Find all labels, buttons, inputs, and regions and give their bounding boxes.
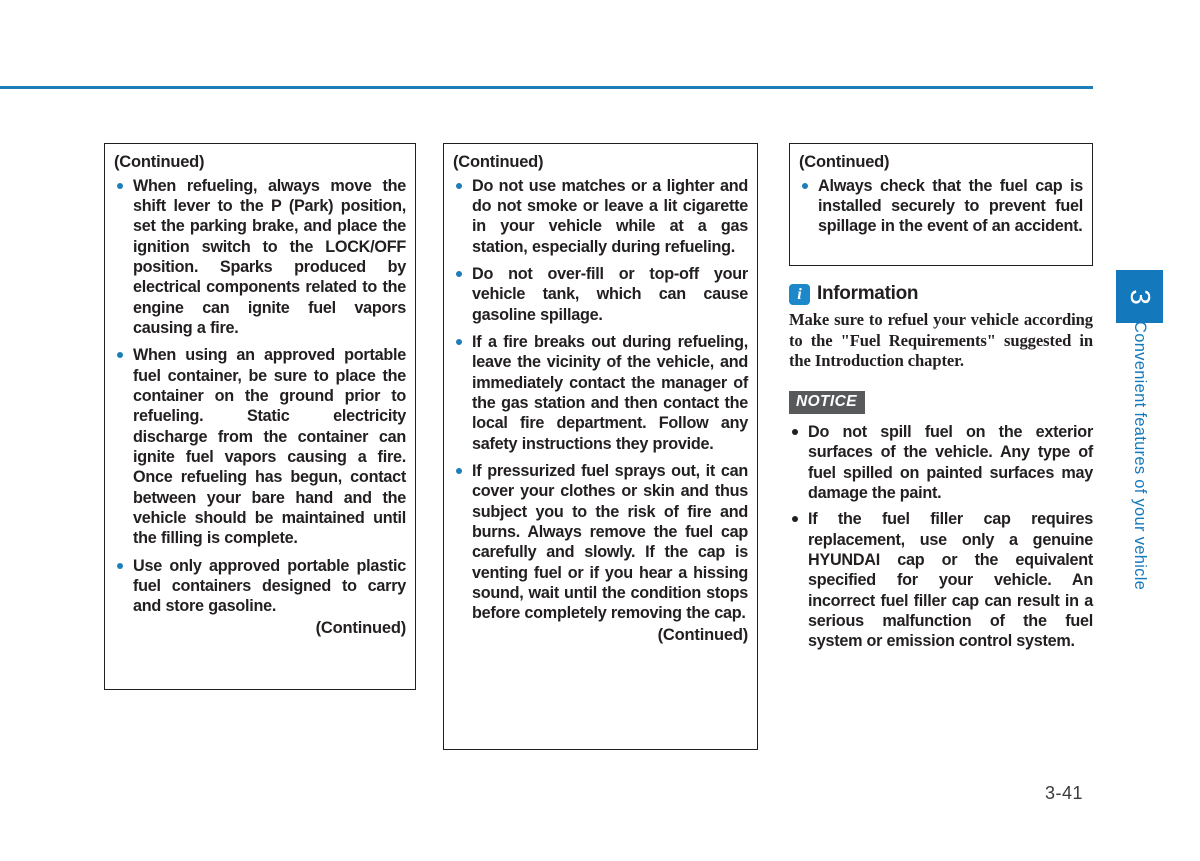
warning-bullet-list: When refueling, always move the shift le… bbox=[114, 176, 406, 617]
list-item: Do not use matches or a lighter and do n… bbox=[453, 176, 748, 257]
list-item: When using an approved portable fuel con… bbox=[114, 345, 406, 548]
list-item: Always check that the fuel cap is instal… bbox=[799, 176, 1083, 237]
list-item: If a fire breaks out during refueling, l… bbox=[453, 332, 748, 454]
information-section: i Information Make sure to refuel your v… bbox=[789, 283, 1093, 372]
content-column-1: (Continued) When refueling, always move … bbox=[104, 143, 416, 690]
information-title: Information bbox=[817, 283, 919, 304]
warning-box-3: (Continued) Always check that the fuel c… bbox=[789, 143, 1093, 266]
continued-footer: (Continued) bbox=[657, 625, 749, 644]
information-heading: i Information bbox=[789, 283, 1093, 305]
warning-bullet-list: Do not use matches or a lighter and do n… bbox=[453, 176, 748, 624]
information-body: Make sure to refuel your vehicle accordi… bbox=[789, 310, 1093, 371]
notice-bullet-list: Do not spill fuel on the exterior surfac… bbox=[789, 422, 1093, 652]
info-icon: i bbox=[789, 283, 810, 305]
notice-badge: NOTICE bbox=[789, 390, 865, 414]
content-column-3: (Continued) Always check that the fuel c… bbox=[789, 143, 1093, 652]
continued-header: (Continued) bbox=[114, 153, 205, 171]
notice-section: NOTICE Do not spill fuel on the exterior… bbox=[789, 390, 1093, 652]
list-item: If pressurized fuel sprays out, it can c… bbox=[453, 461, 748, 624]
chapter-tab: 3 bbox=[1116, 270, 1163, 323]
warning-box-1: (Continued) When refueling, always move … bbox=[104, 143, 416, 690]
chapter-number: 3 bbox=[1124, 288, 1156, 305]
warning-box-2: (Continued) Do not use matches or a ligh… bbox=[443, 143, 758, 750]
content-column-2: (Continued) Do not use matches or a ligh… bbox=[443, 143, 758, 750]
warning-bullet-list: Always check that the fuel cap is instal… bbox=[799, 176, 1083, 237]
list-item: If the fuel filler cap requires replacem… bbox=[789, 509, 1093, 651]
list-item: Do not over-fill or top-off your vehicle… bbox=[453, 264, 748, 325]
chapter-label: Convenient features of your vehicle bbox=[1131, 321, 1149, 591]
list-item: Do not spill fuel on the exterior surfac… bbox=[789, 422, 1093, 503]
list-item: Use only approved portable plastic fuel … bbox=[114, 556, 406, 617]
continued-header: (Continued) bbox=[799, 153, 890, 171]
continued-header: (Continued) bbox=[453, 153, 544, 171]
list-item: When refueling, always move the shift le… bbox=[114, 176, 406, 339]
header-rule bbox=[0, 86, 1093, 89]
page-number: 3-41 bbox=[1045, 783, 1084, 803]
continued-footer: (Continued) bbox=[315, 618, 407, 637]
